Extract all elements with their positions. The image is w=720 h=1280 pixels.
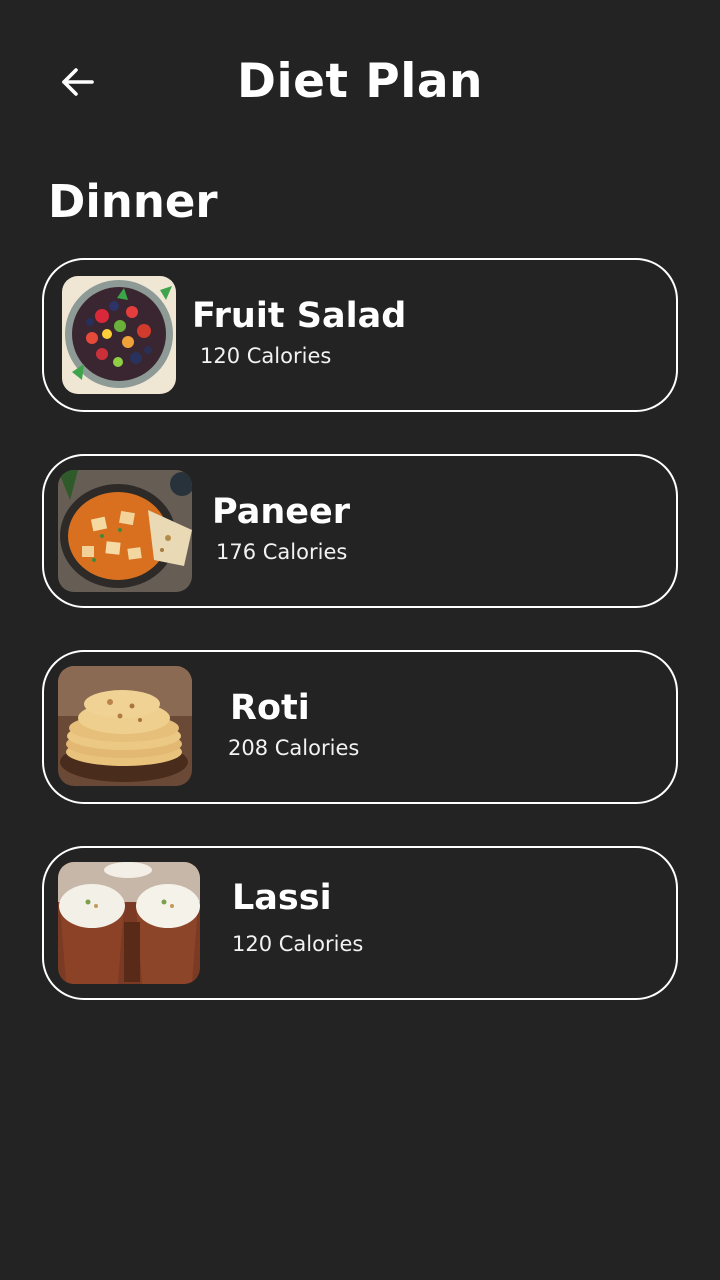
section-title-dinner: Dinner [48,175,218,228]
paneer-curry-image [58,470,192,592]
meal-card-fruit-salad[interactable]: Fruit Salad 120 Calories [42,258,678,412]
meal-card-roti[interactable]: Roti 208 Calories [42,650,678,804]
meal-card-paneer[interactable]: Paneer 176 Calories [42,454,678,608]
meal-list: Fruit Salad 120 Calories Paneer 176 Calo… [42,258,678,1042]
meal-name: Roti [230,688,310,728]
roti-stack-image [58,666,192,786]
meal-calories: 120 Calories [200,344,332,368]
meal-calories: 208 Calories [228,736,360,760]
meal-calories: 120 Calories [232,932,364,956]
meal-calories: 176 Calories [216,540,348,564]
meal-name: Lassi [232,878,332,918]
meal-card-lassi[interactable]: Lassi 120 Calories [42,846,678,1000]
lassi-glasses-image [58,862,200,984]
app-header: Diet Plan [0,0,720,160]
meal-name: Paneer [212,492,350,532]
page-title: Diet Plan [236,54,484,109]
meal-name: Fruit Salad [192,296,407,336]
fruit-salad-image [62,276,176,394]
